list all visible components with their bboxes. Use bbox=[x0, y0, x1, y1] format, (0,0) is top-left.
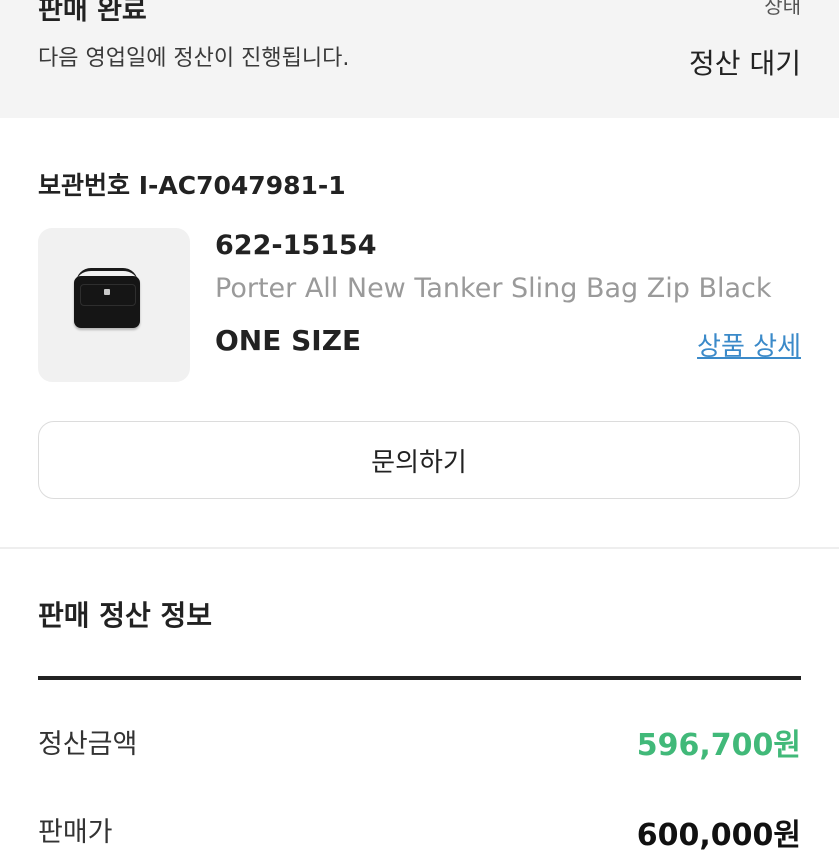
settlement-divider bbox=[38, 676, 801, 680]
status-value: 정산 대기 bbox=[689, 47, 801, 80]
settlement-title: 판매 정산 정보 bbox=[38, 599, 213, 632]
storage-label: 보관번호 bbox=[38, 171, 131, 200]
status-label: 상태 bbox=[764, 0, 801, 18]
product-size: ONE SIZE bbox=[215, 324, 362, 357]
sale-price-value: 600,000원 bbox=[636, 818, 801, 853]
sale-price-label: 판매가 bbox=[38, 817, 113, 848]
status-panel: 판매 완료 다음 영업일에 정산이 진행됩니다. 상태 정산 대기 bbox=[0, 0, 839, 118]
bag-image bbox=[74, 276, 140, 328]
settlement-amount-label: 정산금액 bbox=[38, 729, 138, 760]
settlement-amount-value: 596,700원 bbox=[636, 728, 801, 763]
storage-number: 보관번호 I-AC7047981-1 bbox=[38, 166, 346, 202]
storage-number-value: I-AC7047981-1 bbox=[138, 171, 346, 200]
status-title: 판매 완료 bbox=[38, 0, 147, 26]
status-description: 다음 영업일에 정산이 진행됩니다. bbox=[38, 46, 350, 71]
section-divider bbox=[0, 547, 839, 549]
product-thumbnail[interactable] bbox=[38, 228, 190, 382]
product-detail-link[interactable]: 상품 상세 bbox=[697, 326, 801, 363]
inquiry-button-label: 문의하기 bbox=[371, 447, 467, 478]
inquiry-button[interactable]: 문의하기 bbox=[38, 421, 800, 499]
product-name: Porter All New Tanker Sling Bag Zip Blac… bbox=[215, 273, 772, 304]
product-model-number: 622-15154 bbox=[215, 230, 377, 261]
